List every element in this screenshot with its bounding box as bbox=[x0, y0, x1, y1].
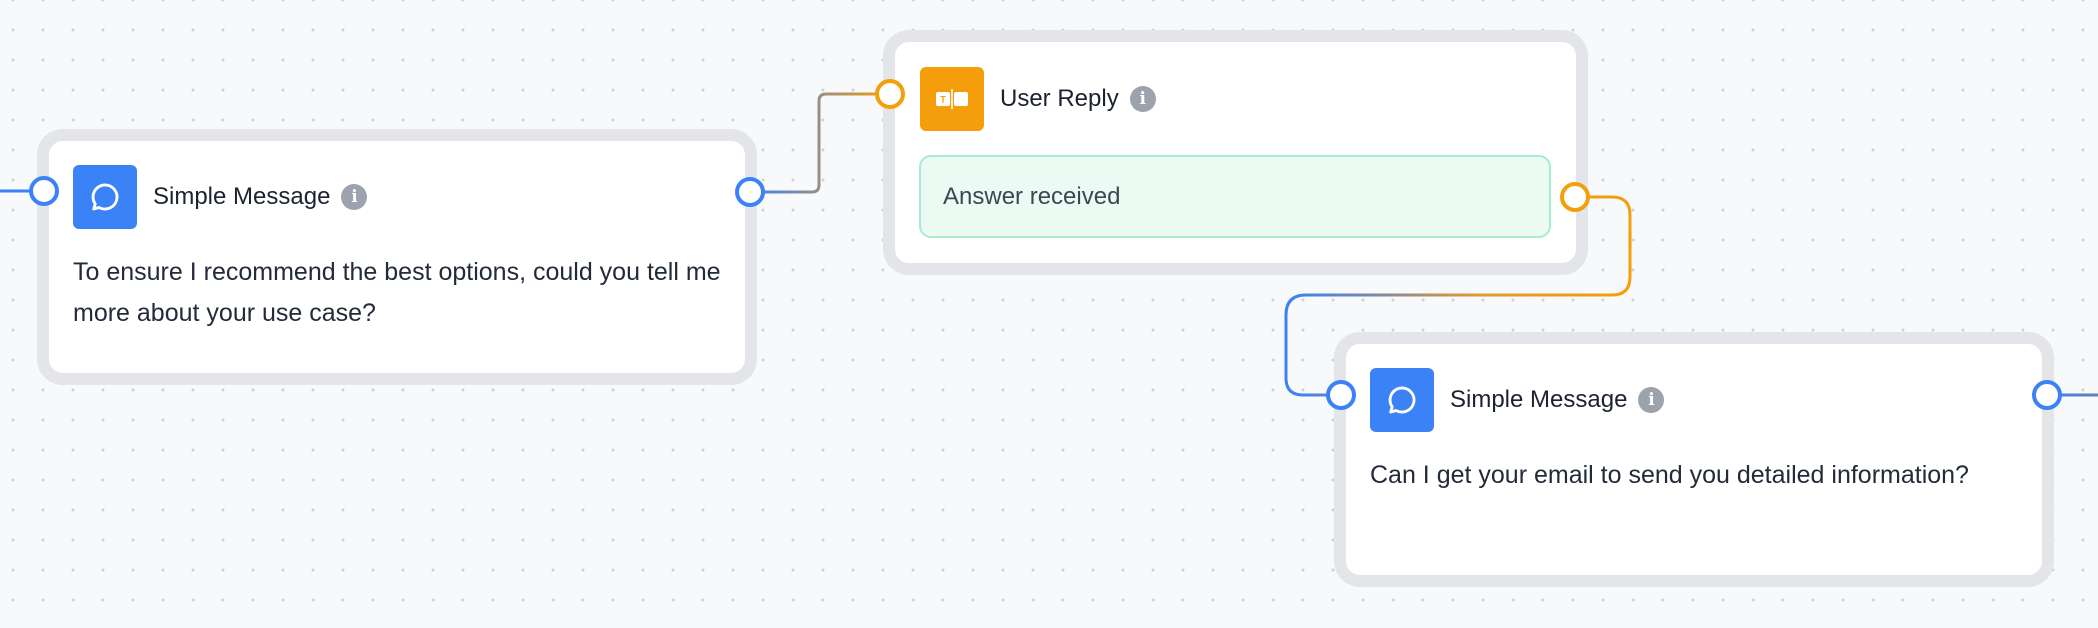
node-header: Simple Message i bbox=[73, 165, 368, 229]
input-handle[interactable] bbox=[875, 79, 905, 109]
node-message-text: To ensure I recommend the best options, … bbox=[73, 258, 721, 327]
info-icon[interactable]: i bbox=[1638, 387, 1665, 413]
svg-text:T: T bbox=[940, 95, 946, 105]
node-header: Simple Message i bbox=[1370, 368, 1665, 432]
chat-bubble-icon bbox=[73, 165, 137, 229]
input-handle[interactable] bbox=[29, 176, 59, 206]
input-handle[interactable] bbox=[1326, 380, 1356, 410]
answer-received-output[interactable]: Answer received bbox=[919, 155, 1551, 238]
node-title: User Reply bbox=[1000, 85, 1119, 112]
output-handle[interactable] bbox=[1560, 182, 1590, 212]
info-icon[interactable]: i bbox=[1129, 86, 1156, 112]
node-message-text: Can I get your email to send you detaile… bbox=[1370, 461, 1969, 489]
node-title: Simple Message bbox=[1450, 386, 1628, 413]
output-handle[interactable] bbox=[2032, 380, 2062, 410]
info-icon[interactable]: i bbox=[341, 184, 368, 210]
answer-received-label: Answer received bbox=[943, 182, 1121, 210]
text-input-icon: T bbox=[920, 67, 984, 131]
node-title: Simple Message bbox=[153, 183, 331, 210]
node-header: T User Reply i bbox=[920, 67, 1156, 131]
output-handle[interactable] bbox=[735, 177, 765, 207]
chat-bubble-icon bbox=[1370, 368, 1434, 432]
edge-message1-to-reply[interactable] bbox=[750, 92, 890, 194]
